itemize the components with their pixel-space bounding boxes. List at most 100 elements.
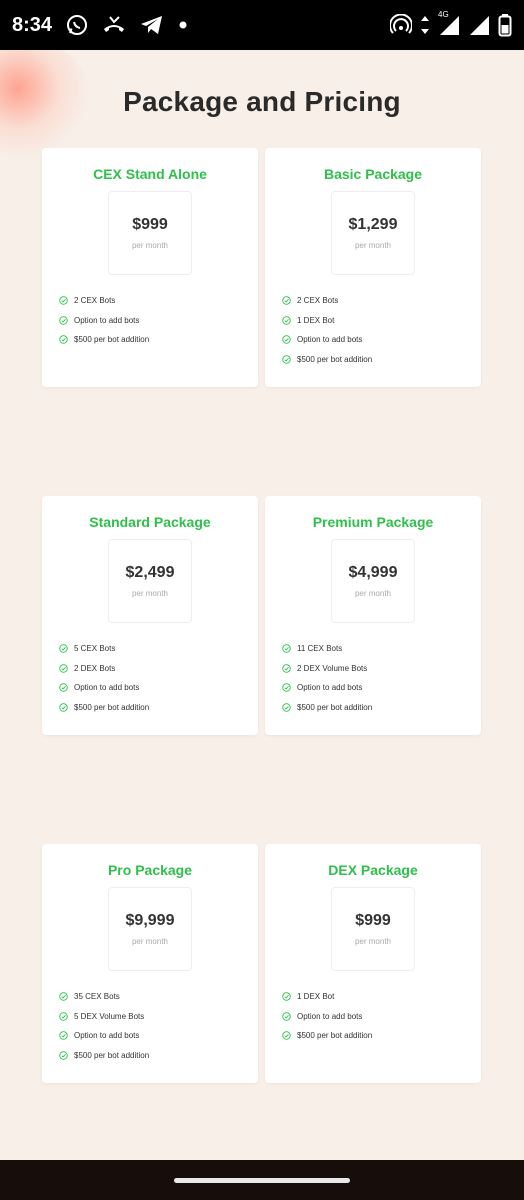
package-name: CEX Stand Alone bbox=[93, 166, 207, 182]
price-box: $999 per month bbox=[331, 887, 415, 971]
feature-text: 2 CEX Bots bbox=[297, 296, 339, 306]
check-circle-icon bbox=[282, 664, 291, 673]
package-price: $9,999 bbox=[125, 912, 175, 929]
package-price: $2,499 bbox=[125, 564, 175, 581]
package-name: DEX Package bbox=[328, 862, 418, 878]
feature-text: 1 DEX Bot bbox=[297, 992, 335, 1002]
package-name: Pro Package bbox=[107, 862, 193, 878]
telegram-icon bbox=[140, 15, 164, 35]
hotspot-icon bbox=[390, 14, 412, 36]
feature-text: $500 per bot addition bbox=[297, 354, 373, 364]
package-card-standard-package[interactable]: Standard Package $2,499 per month 5 CEX Bot… bbox=[42, 496, 258, 735]
check-circle-icon bbox=[59, 335, 68, 344]
package-name: Basic Package bbox=[323, 166, 423, 182]
package-card-dex-package[interactable]: DEX Package $999 per month 1 DEX Bot Option … bbox=[265, 844, 481, 1083]
battery-icon bbox=[498, 13, 512, 37]
feature-text: $500 per bot addition bbox=[297, 1031, 373, 1041]
package-card-cex-stand-alone[interactable]: CEX Stand Alone $999 per month 2 CEX Bots Op… bbox=[42, 148, 258, 387]
check-circle-icon bbox=[282, 683, 291, 692]
page-title: Package and Pricing bbox=[123, 86, 401, 117]
check-circle-icon bbox=[282, 296, 291, 305]
check-circle-icon bbox=[59, 992, 68, 1001]
billing-period: per month bbox=[354, 589, 392, 598]
feature-item: Option to add bots bbox=[282, 330, 372, 350]
feature-item: $500 per bot addition bbox=[282, 698, 372, 718]
feature-item: $500 per bot addition bbox=[282, 1026, 372, 1046]
billing-period: per month bbox=[131, 241, 169, 250]
status-time: 8:34 bbox=[12, 13, 53, 36]
signal-icon bbox=[468, 14, 490, 36]
check-circle-icon bbox=[282, 335, 291, 344]
dot-icon bbox=[178, 20, 188, 30]
feature-text: 1 DEX Bot bbox=[297, 315, 335, 325]
package-name: Standard Package bbox=[89, 514, 211, 530]
feature-item: 5 DEX Volume Bots bbox=[59, 1007, 149, 1027]
feature-item: $500 per bot addition bbox=[59, 1046, 149, 1066]
feature-text: Option to add bots bbox=[297, 1011, 363, 1021]
check-circle-icon bbox=[59, 644, 68, 653]
check-circle-icon bbox=[59, 683, 68, 692]
check-circle-icon bbox=[59, 664, 68, 673]
status-bar: 8:34 4G bbox=[0, 0, 524, 50]
feature-item: Option to add bots bbox=[59, 311, 149, 331]
package-card-basic-package[interactable]: Basic Package $1,299 per month 2 CEX Bots 1 … bbox=[265, 148, 481, 387]
feature-item: 35 CEX Bots bbox=[59, 987, 149, 1007]
package-price: $999 bbox=[355, 912, 391, 929]
pricing-page[interactable]: Package and Pricing CEX Stand Alone $999 p… bbox=[0, 50, 524, 1160]
feature-item: $500 per bot addition bbox=[282, 350, 372, 370]
system-icons: 4G bbox=[390, 10, 512, 37]
package-name: Premium Package bbox=[312, 514, 434, 530]
feature-text: 11 CEX Bots bbox=[297, 644, 343, 654]
feature-list: 1 DEX Bot Option to add bots $500 per bot … bbox=[282, 987, 372, 1046]
check-circle-icon bbox=[282, 316, 291, 325]
feature-item: 5 CEX Bots bbox=[59, 639, 149, 659]
feature-text: 2 DEX Volume Bots bbox=[297, 663, 368, 673]
check-circle-icon bbox=[59, 1031, 68, 1040]
feature-item: 2 DEX Volume Bots bbox=[282, 659, 372, 679]
check-circle-icon bbox=[282, 703, 291, 712]
price-box: $9,999 per month bbox=[108, 887, 192, 971]
price-box: $999 per month bbox=[108, 191, 192, 275]
package-price: $1,299 bbox=[348, 216, 398, 233]
navigation-bar bbox=[0, 1160, 524, 1200]
feature-item: 1 DEX Bot bbox=[282, 311, 372, 331]
home-indicator[interactable] bbox=[174, 1178, 350, 1183]
whatsapp-icon bbox=[66, 14, 88, 36]
package-price: $4,999 bbox=[348, 564, 398, 581]
feature-list: 2 CEX Bots 1 DEX Bot Option to add bots $50… bbox=[282, 291, 372, 369]
feature-text: Option to add bots bbox=[74, 315, 140, 325]
feature-text: 5 CEX Bots bbox=[74, 644, 116, 654]
feature-item: Option to add bots bbox=[59, 1026, 149, 1046]
feature-text: $500 per bot addition bbox=[74, 335, 150, 345]
network-type: 4G bbox=[438, 10, 449, 19]
check-circle-icon bbox=[59, 1051, 68, 1060]
price-box: $1,299 per month bbox=[331, 191, 415, 275]
missed-call-icon bbox=[102, 15, 126, 35]
billing-period: per month bbox=[131, 937, 169, 946]
feature-item: 1 DEX Bot bbox=[282, 987, 372, 1007]
package-card-pro-package[interactable]: Pro Package $9,999 per month 35 CEX Bots 5 D… bbox=[42, 844, 258, 1083]
price-box: $2,499 per month bbox=[108, 539, 192, 623]
billing-period: per month bbox=[354, 241, 392, 250]
check-circle-icon bbox=[59, 703, 68, 712]
feature-item: 2 DEX Bots bbox=[59, 659, 149, 679]
feature-text: Option to add bots bbox=[74, 1031, 140, 1041]
package-card-premium-package[interactable]: Premium Package $4,999 per month 11 CEX Bot… bbox=[265, 496, 481, 735]
price-box: $4,999 per month bbox=[331, 539, 415, 623]
feature-text: Option to add bots bbox=[297, 335, 363, 345]
feature-item: Option to add bots bbox=[282, 678, 372, 698]
feature-text: 2 CEX Bots bbox=[74, 296, 116, 306]
check-circle-icon bbox=[59, 1012, 68, 1021]
feature-item: $500 per bot addition bbox=[59, 330, 149, 350]
feature-text: $500 per bot addition bbox=[74, 1050, 150, 1060]
feature-text: $500 per bot addition bbox=[74, 702, 150, 712]
feature-item: 2 CEX Bots bbox=[282, 291, 372, 311]
feature-item: Option to add bots bbox=[282, 1007, 372, 1027]
data-arrows-icon bbox=[420, 15, 430, 35]
billing-period: per month bbox=[354, 937, 392, 946]
feature-text: Option to add bots bbox=[297, 683, 363, 693]
check-circle-icon bbox=[59, 316, 68, 325]
feature-item: $500 per bot addition bbox=[59, 698, 149, 718]
check-circle-icon bbox=[282, 1012, 291, 1021]
billing-period: per month bbox=[131, 589, 169, 598]
